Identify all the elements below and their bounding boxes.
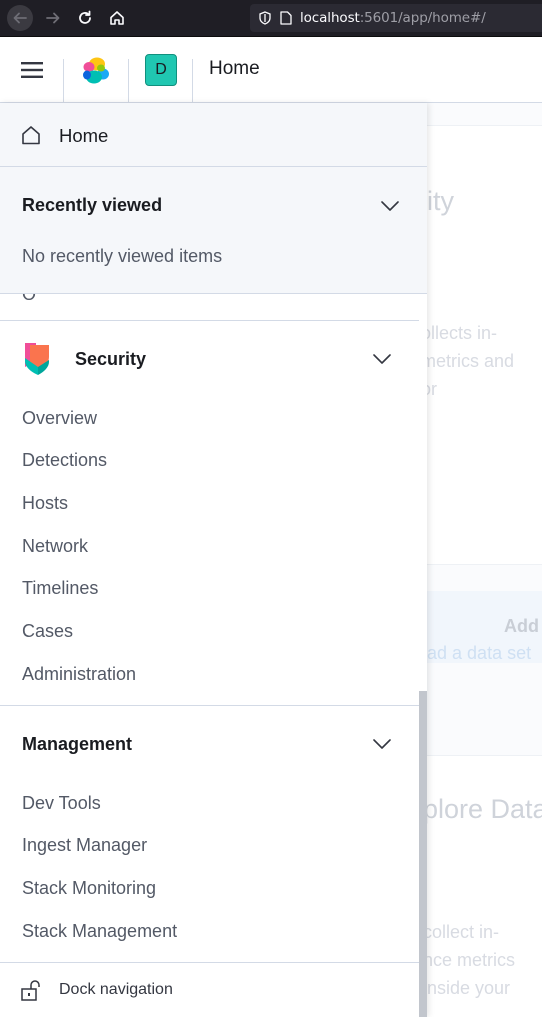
nav-item-ingest-manager[interactable]: Ingest Manager [22,835,147,856]
browser-toolbar: localhost:5601/app/home#/ [0,0,542,37]
browser-back-button[interactable] [6,5,34,31]
nav-item-timelines[interactable]: Timelines [22,578,98,599]
card-text: inside your [427,978,511,998]
breadcrumb: Home [209,58,260,79]
page-icon [280,11,292,25]
group-divider [0,320,419,321]
card-title: ility [427,186,454,216]
nav-item-cases[interactable]: Cases [22,621,73,642]
elastic-logo-icon[interactable] [80,55,112,87]
management-group-title[interactable]: Management [22,734,132,755]
card-text: nce metrics [427,950,516,970]
menu-toggle-button[interactable] [0,37,63,103]
card-text: metrics and [427,351,515,371]
url-bar[interactable]: localhost:5601/app/home#/ [250,4,542,32]
nav-item-administration[interactable]: Administration [22,664,136,685]
nav-item-hosts[interactable]: Hosts [22,493,68,514]
solution-card: ility ollects in- metrics and or [427,125,542,565]
shield-icon [259,11,271,25]
security-logo-icon [25,343,49,375]
lock-open-icon [21,980,40,1001]
url-text: localhost:5601/app/home#/ [300,10,486,26]
nav-home-label: Home [59,125,109,146]
browser-reload-button[interactable] [71,5,99,31]
chevron-down-icon[interactable] [373,354,391,364]
nav-scrollbar[interactable] [419,691,427,1017]
chevron-down-icon[interactable] [373,739,391,749]
card-title: plore Data [427,794,542,824]
nav-item-detections[interactable]: Detections [22,450,107,471]
home-icon [110,11,124,25]
card-text: or [427,379,438,399]
space-avatar[interactable]: D [145,54,177,86]
header-divider [63,59,64,103]
nav-home-link[interactable]: Home [0,103,427,167]
add-title: Add [504,616,539,636]
home-icon [22,126,40,145]
side-navigation: Home Recently viewed No recently viewed … [0,103,427,1017]
header-divider [192,59,193,103]
hamburger-icon [20,62,43,78]
back-arrow-icon [7,5,33,31]
recently-viewed-title[interactable]: Recently viewed [22,195,162,216]
nav-item-network[interactable]: Network [22,536,88,557]
security-group-title[interactable]: Security [75,349,146,370]
explore-card: plore Data collect in- nce metrics insid… [427,755,542,1017]
pinned-section: Home Recently viewed No recently viewed … [0,103,427,294]
add-link: oad a data set [427,643,532,663]
background-page: ility ollects in- metrics and or Add oad… [427,103,542,1017]
recently-viewed-empty: No recently viewed items [22,246,223,266]
card-text: collect in- [427,922,500,942]
dock-navigation-button[interactable]: Dock navigation [0,962,419,1017]
chevron-down-icon[interactable] [381,201,399,211]
add-data-panel: Add oad a data set [427,591,542,663]
space-initial: D [155,61,167,78]
card-text: ollects in- [427,323,498,343]
browser-forward-button[interactable] [39,5,67,31]
group-divider [0,705,419,706]
nav-item-overview[interactable]: Overview [22,408,97,429]
forward-arrow-icon [46,12,60,24]
dock-navigation-label: Dock navigation [59,981,173,998]
nav-item-dev-tools[interactable]: Dev Tools [22,793,101,814]
reload-icon [79,10,91,24]
browser-home-button[interactable] [103,5,131,31]
nav-item-stack-management[interactable]: Stack Management [22,921,177,942]
header-divider [128,59,129,103]
app-header: D Home [0,37,542,103]
nav-item-stack-monitoring[interactable]: Stack Monitoring [22,878,156,899]
nav-scroll-area[interactable]: O Security Overview Detections Hosts Net… [0,284,427,962]
